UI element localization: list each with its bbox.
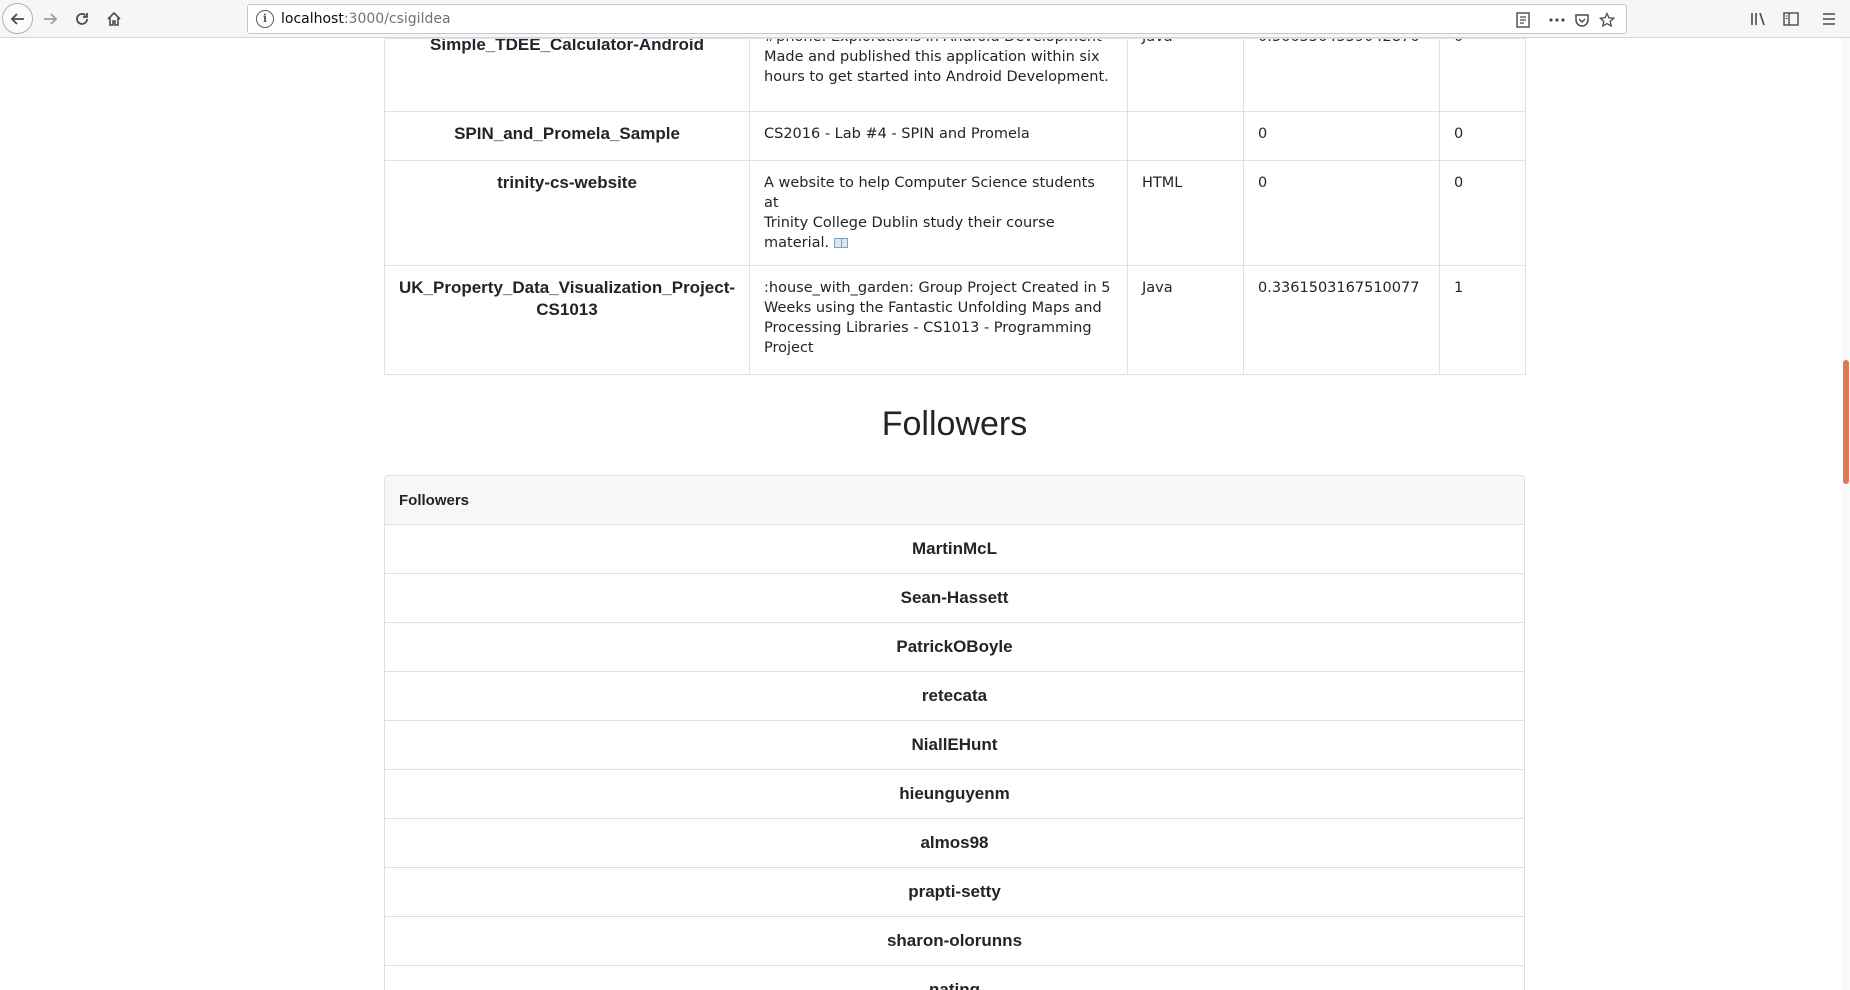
browser-toolbar: i localhost:3000/csigildea	[0, 0, 1850, 38]
more-icon[interactable]	[1546, 9, 1568, 31]
page-content: Simple_TDEE_Calculator-Android #phone: E…	[384, 38, 1526, 990]
forward-button[interactable]	[36, 5, 64, 33]
repo-score: 0.3361503167510077	[1243, 265, 1440, 375]
pocket-icon[interactable]	[1571, 9, 1593, 31]
table-row: Simple_TDEE_Calculator-Android #phone: E…	[384, 38, 1526, 112]
open-book-icon	[833, 238, 848, 248]
repo-name-line: CS1013	[536, 300, 598, 319]
page-scrollbar[interactable]	[1842, 38, 1850, 990]
star-icon[interactable]	[1596, 9, 1618, 31]
repo-language: HTML	[1127, 160, 1244, 266]
url-bar[interactable]: i localhost:3000/csigildea	[247, 4, 1627, 34]
description-line: hours to get started into Android Develo…	[764, 69, 1109, 85]
repo-name-line: UK_Property_Data_Visualization_Project-	[399, 278, 736, 297]
follower-item[interactable]: Sean-Hassett	[385, 574, 1524, 623]
description-line: Trinity College Dublin study their cours…	[764, 215, 1055, 231]
arrow-left-icon	[10, 12, 24, 25]
follower-item[interactable]: NiallEHunt	[385, 721, 1524, 770]
url-path: :3000/csigildea	[343, 11, 451, 27]
repositories-table: Simple_TDEE_Calculator-Android #phone: E…	[384, 38, 1526, 375]
follower-item[interactable]: nating	[385, 966, 1524, 990]
repo-score: 0.3663564339042876	[1243, 38, 1440, 112]
repo-score: 0	[1243, 111, 1440, 161]
url-host: localhost	[281, 11, 344, 27]
info-icon[interactable]: i	[256, 10, 274, 28]
reader-view-icon[interactable]	[1512, 9, 1534, 31]
description-line: A website to help Computer Science stude…	[764, 175, 1095, 211]
follower-item[interactable]: prapti-setty	[385, 868, 1524, 917]
repo-description: #phone: Explorations in Android Developm…	[749, 38, 1128, 112]
repo-description: A website to help Computer Science stude…	[749, 160, 1128, 266]
repo-name: trinity-cs-website	[384, 160, 750, 266]
table-row: SPIN_and_Promela_Sample CS2016 - Lab #4 …	[384, 111, 1526, 161]
follower-item[interactable]: PatrickOBoyle	[385, 623, 1524, 672]
repo-name: SPIN_and_Promela_Sample	[384, 111, 750, 161]
table-row: UK_Property_Data_Visualization_Project- …	[384, 265, 1526, 375]
followers-card: Followers MartinMcL Sean-Hassett Patrick…	[384, 475, 1525, 990]
reload-icon	[76, 13, 88, 25]
follower-item[interactable]: hieunguyenm	[385, 770, 1524, 819]
arrow-right-icon	[44, 13, 58, 25]
repo-language	[1127, 111, 1244, 161]
description-line: Processing Libraries - CS1013 - Programm…	[764, 320, 1092, 336]
follower-item[interactable]: almos98	[385, 819, 1524, 868]
repo-count: 0	[1439, 160, 1526, 266]
repo-language: Java	[1127, 38, 1244, 112]
followers-heading: Followers	[881, 405, 1028, 443]
description-line: Project	[764, 340, 814, 356]
repo-name: Simple_TDEE_Calculator-Android	[384, 38, 750, 112]
follower-item[interactable]: MartinMcL	[385, 525, 1524, 574]
home-icon	[107, 11, 121, 26]
repo-score: 0	[1243, 160, 1440, 266]
description-line: Weeks using the Fantastic Unfolding Maps…	[764, 300, 1102, 316]
table-row: trinity-cs-website A website to help Com…	[384, 160, 1526, 266]
description-line: material.	[764, 235, 830, 251]
repo-count: 0	[1439, 38, 1526, 112]
sidebar-icon[interactable]	[1777, 5, 1805, 33]
follower-item[interactable]: retecata	[385, 672, 1524, 721]
home-button[interactable]	[100, 5, 128, 33]
repo-name: UK_Property_Data_Visualization_Project- …	[384, 265, 750, 375]
url-text[interactable]: localhost:3000/csigildea	[281, 11, 451, 27]
description-line: :house_with_garden: Group Project Create…	[764, 280, 1111, 296]
reload-button[interactable]	[68, 5, 96, 33]
follower-item[interactable]: sharon-olorunns	[385, 917, 1524, 966]
hamburger-menu-icon[interactable]	[1815, 5, 1843, 33]
description-line: #phone: Explorations in Android Developm…	[764, 40, 1113, 48]
repo-description: :house_with_garden: Group Project Create…	[749, 265, 1128, 375]
repo-count: 0	[1439, 111, 1526, 161]
back-button[interactable]	[2, 3, 33, 34]
scrollbar-thumb[interactable]	[1843, 360, 1849, 484]
followers-card-header: Followers	[385, 476, 1524, 525]
repo-language: Java	[1127, 265, 1244, 375]
repo-count: 1	[1439, 265, 1526, 375]
repo-description: CS2016 - Lab #4 - SPIN and Promela	[749, 111, 1128, 161]
library-icon[interactable]	[1745, 5, 1773, 33]
description-line: Made and published this application with…	[764, 49, 1100, 65]
